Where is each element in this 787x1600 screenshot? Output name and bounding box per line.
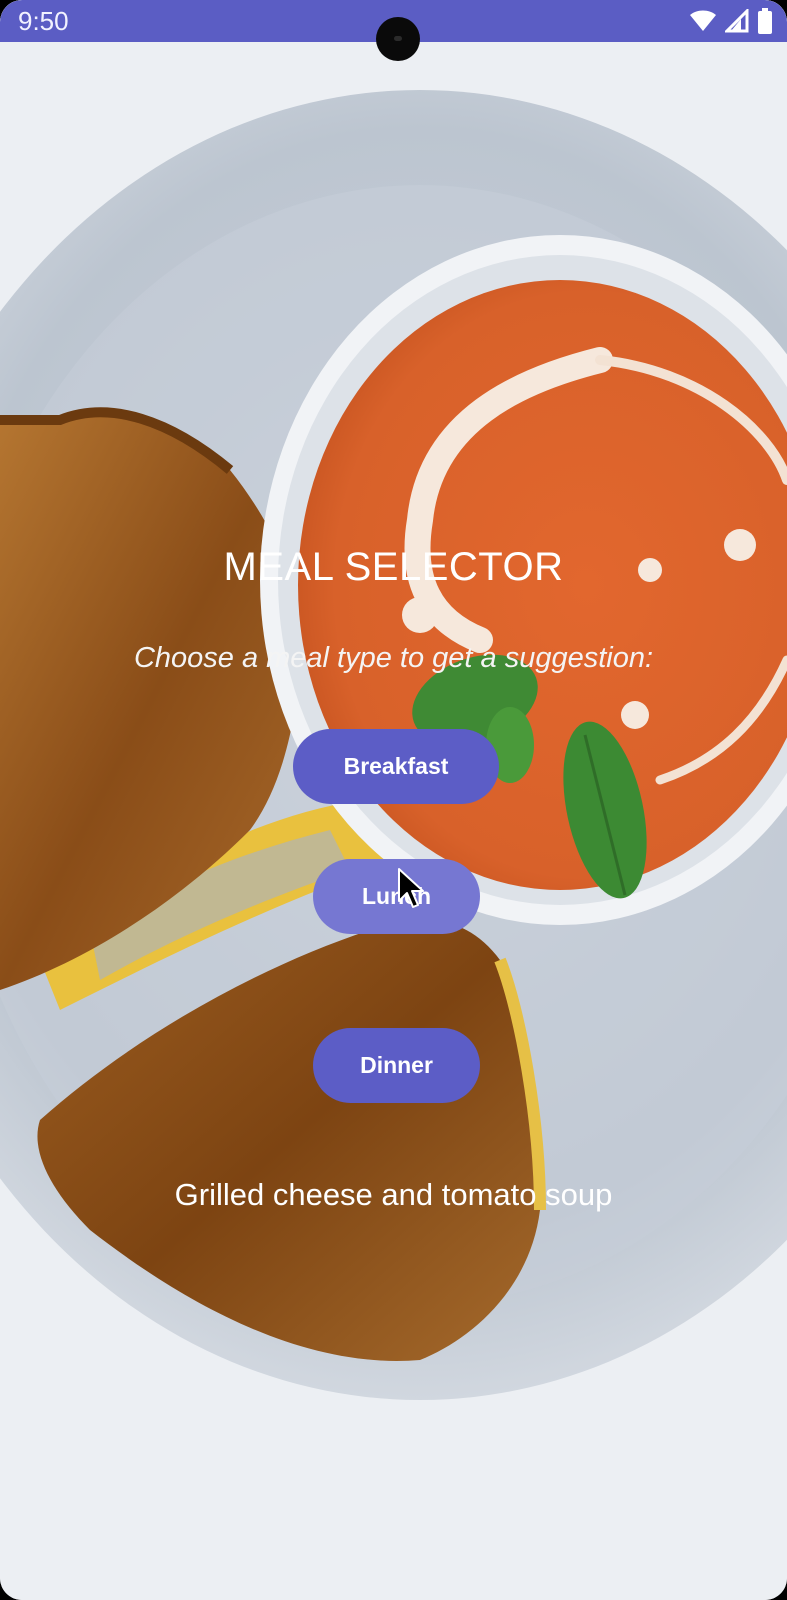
status-icons — [689, 8, 773, 34]
status-time: 9:50 — [18, 6, 69, 36]
page-title: MEAL SELECTOR — [223, 545, 564, 589]
mouse-pointer-icon — [398, 868, 424, 908]
phone-screen: 9:50 MEAL SELECTOR Choose a meal type to… — [0, 0, 787, 1600]
wifi-icon — [690, 10, 716, 31]
meal-selector-screen: MEAL SELECTOR Choose a meal type to get … — [0, 0, 787, 1600]
instruction-text: Choose a meal type to get a suggestion: — [133, 642, 654, 674]
meal-suggestion-text: Grilled cheese and tomato soup — [174, 1177, 613, 1212]
breakfast-button[interactable]: Breakfast — [293, 729, 499, 804]
cellular-signal-icon — [725, 9, 749, 33]
dinner-button[interactable]: Dinner — [313, 1028, 480, 1103]
battery-icon — [758, 8, 772, 34]
front-camera-cutout — [376, 17, 420, 61]
